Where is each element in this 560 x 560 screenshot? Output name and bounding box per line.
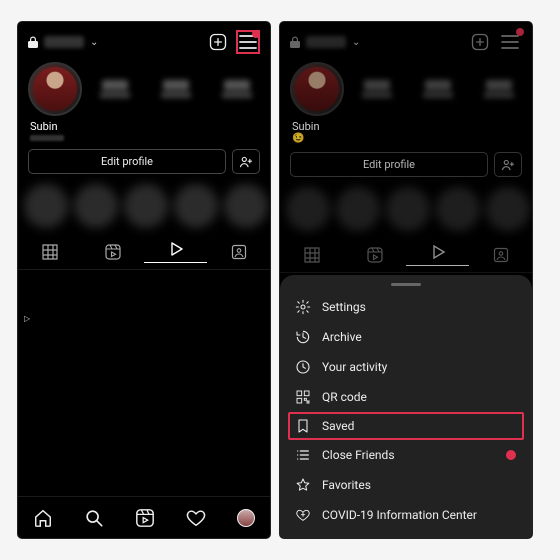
menu-label: QR code [322, 390, 367, 404]
create-button[interactable] [206, 30, 230, 54]
posts-stat[interactable] [100, 80, 130, 98]
tab-grid[interactable] [280, 243, 343, 266]
menu-your-activity[interactable]: Your activity [290, 352, 522, 382]
following-stat[interactable] [222, 80, 252, 98]
hamburger-menu-button[interactable] [498, 30, 522, 54]
menu-label: Saved [322, 419, 354, 433]
nav-profile[interactable] [237, 509, 255, 527]
display-name: Subin [30, 120, 258, 133]
profile-header [18, 58, 270, 116]
menu-label: Your activity [322, 360, 387, 374]
menu-screen: ⌄ Subin 😉 Edit profile [280, 22, 532, 538]
gear-icon [294, 299, 312, 315]
lock-icon [28, 36, 38, 48]
tab-reels[interactable] [343, 243, 406, 266]
tab-tagged[interactable] [469, 243, 532, 266]
top-bar: ⌄ [280, 22, 532, 58]
username-blur [306, 36, 346, 48]
menu-archive[interactable]: Archive [290, 322, 522, 352]
menu-settings[interactable]: Settings [290, 292, 522, 322]
highlights-row[interactable] [18, 182, 270, 230]
activity-icon [294, 359, 312, 375]
menu-qr-code[interactable]: QR code [290, 382, 522, 412]
menu-close-friends[interactable]: Close Friends [290, 440, 522, 470]
edit-row: Edit profile [18, 143, 270, 182]
bottom-nav [18, 496, 270, 538]
display-name: Subin [292, 120, 520, 133]
menu-label: Favorites [322, 478, 371, 492]
nav-search[interactable] [84, 508, 104, 528]
options-bottom-sheet: Settings Archive Your activity QR code S [280, 275, 532, 538]
tab-video[interactable] [144, 240, 207, 263]
star-icon [294, 477, 312, 493]
nav-home[interactable] [33, 508, 53, 528]
notification-dot-icon [506, 450, 516, 460]
tab-grid[interactable] [18, 240, 81, 263]
edit-profile-button[interactable]: Edit profile [290, 152, 488, 177]
profile-screen: ⌄ Subin Edit profile [18, 22, 270, 538]
nav-reels[interactable] [135, 508, 155, 528]
highlights-row[interactable] [280, 185, 532, 233]
followers-stat[interactable] [161, 80, 191, 98]
tab-video[interactable] [406, 243, 469, 266]
bookmark-icon [294, 418, 312, 434]
top-bar: ⌄ [18, 22, 270, 58]
nav-activity[interactable] [186, 508, 206, 528]
heart-plus-icon [294, 507, 312, 523]
bio-blur [30, 135, 64, 141]
list-icon [294, 447, 312, 463]
menu-covid-info[interactable]: COVID-19 Information Center [290, 500, 522, 530]
username-blur [44, 36, 84, 48]
create-button[interactable] [468, 30, 492, 54]
display-name-block: Subin 😉 [280, 116, 532, 146]
sheet-grabber[interactable] [391, 283, 421, 286]
play-icon: ▷ [24, 314, 30, 323]
qr-icon [294, 389, 312, 405]
display-name-block: Subin [18, 116, 270, 143]
edit-profile-button[interactable]: Edit profile [28, 149, 226, 174]
menu-saved[interactable]: Saved [288, 412, 524, 440]
avatar[interactable] [290, 62, 344, 116]
discover-people-button[interactable] [232, 149, 260, 174]
hamburger-menu-button[interactable] [236, 30, 260, 54]
menu-label: Close Friends [322, 448, 395, 462]
stats-row [354, 80, 522, 98]
menu-favorites[interactable]: Favorites [290, 470, 522, 500]
tab-reels[interactable] [81, 240, 144, 263]
avatar[interactable] [28, 62, 82, 116]
chevron-down-icon[interactable]: ⌄ [352, 37, 360, 48]
menu-label: COVID-19 Information Center [322, 508, 477, 522]
profile-tabs [18, 230, 270, 270]
chevron-down-icon[interactable]: ⌄ [90, 37, 98, 48]
lock-icon [290, 36, 300, 48]
menu-label: Settings [322, 300, 366, 314]
notification-dot-icon [516, 28, 524, 36]
discover-people-button[interactable] [494, 152, 522, 177]
menu-label: Archive [322, 330, 362, 344]
profile-tabs [280, 233, 532, 273]
edit-row: Edit profile [280, 146, 532, 185]
stats-row [92, 80, 260, 98]
tab-tagged[interactable] [207, 240, 270, 263]
bio-emoji: 😉 [292, 133, 520, 144]
archive-icon [294, 329, 312, 345]
notification-dot-icon [252, 30, 260, 38]
feed-area[interactable]: ▷ [18, 270, 270, 496]
profile-header [280, 58, 532, 116]
